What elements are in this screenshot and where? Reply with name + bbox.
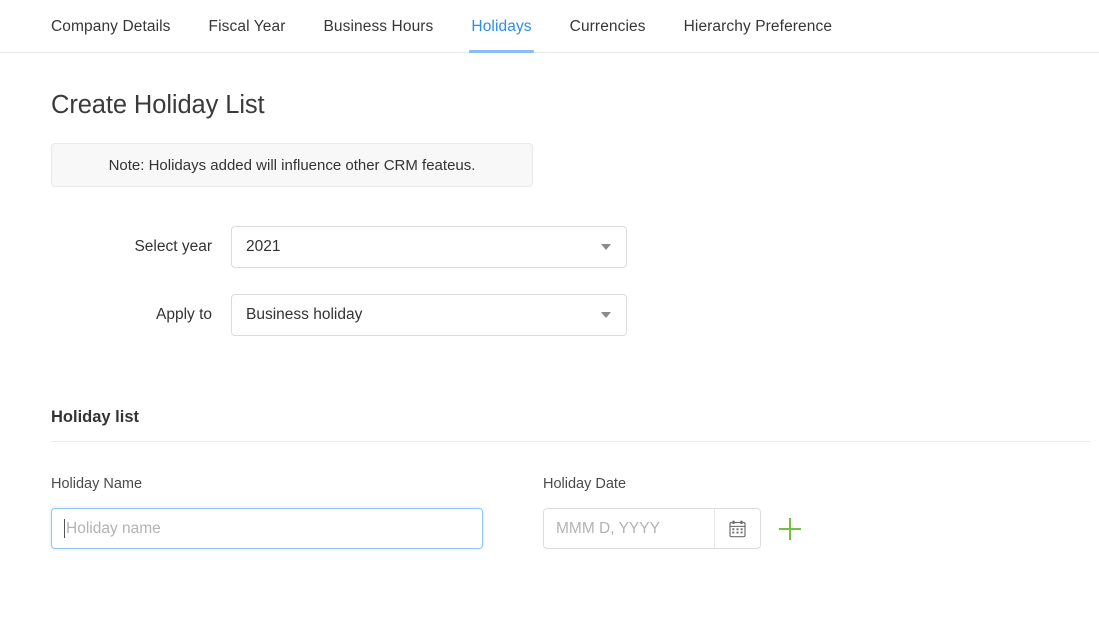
note-text: Note: Holidays added will influence othe…: [108, 156, 476, 174]
tab-company-details[interactable]: Company Details: [51, 0, 171, 53]
tab-business-hours[interactable]: Business Hours: [323, 0, 433, 53]
apply-to-value: Business holiday: [246, 306, 363, 323]
text-cursor: [64, 519, 65, 538]
tab-label: Business Hours: [323, 18, 434, 35]
chevron-down-icon: [601, 312, 611, 318]
holiday-name-placeholder: Holiday name: [66, 519, 161, 537]
holiday-name-input[interactable]: Holiday name: [51, 508, 483, 549]
holiday-list-heading: Holiday list: [51, 408, 140, 426]
select-year-label: Select year: [134, 238, 212, 255]
calendar-icon[interactable]: ҉: [714, 509, 760, 548]
note-banner: Note: Holidays added will influence othe…: [51, 143, 533, 187]
holiday-date-placeholder: MMM D, YYYY: [556, 519, 660, 537]
tab-label: Currencies: [569, 18, 646, 35]
select-year-value: 2021: [246, 238, 281, 255]
tab-label: Holidays: [471, 18, 532, 35]
section-divider: [51, 441, 1090, 442]
apply-to-label: Apply to: [155, 306, 212, 323]
holiday-date-label: Holiday Date: [543, 476, 627, 492]
page-title: Create Holiday List: [51, 91, 265, 119]
chevron-down-icon: [601, 244, 611, 250]
holiday-date-input[interactable]: MMM D, YYYY ҉: [543, 508, 761, 549]
apply-to-dropdown[interactable]: Business holiday: [231, 294, 627, 336]
select-year-row: Select year 2021: [51, 226, 641, 268]
add-holiday-button[interactable]: [779, 518, 801, 540]
apply-to-row: Apply to Business holiday: [51, 294, 641, 336]
select-year-dropdown[interactable]: 2021: [231, 226, 627, 268]
holiday-entry-row: Holiday name MMM D, YYYY ҉: [51, 508, 1090, 553]
holiday-name-label: Holiday Name: [51, 476, 143, 492]
tab-label: Company Details: [51, 18, 171, 35]
tab-currencies[interactable]: Currencies: [570, 0, 646, 53]
tab-fiscal-year[interactable]: Fiscal Year: [209, 0, 286, 53]
settings-tab-bar: Company Details Fiscal Year Business Hou…: [0, 0, 1099, 53]
tab-holidays[interactable]: Holidays: [469, 0, 534, 53]
tab-label: Fiscal Year: [208, 18, 286, 35]
tab-label: Hierarchy Preference: [683, 18, 833, 35]
tab-hierarchy-preference[interactable]: Hierarchy Preference: [684, 0, 832, 53]
